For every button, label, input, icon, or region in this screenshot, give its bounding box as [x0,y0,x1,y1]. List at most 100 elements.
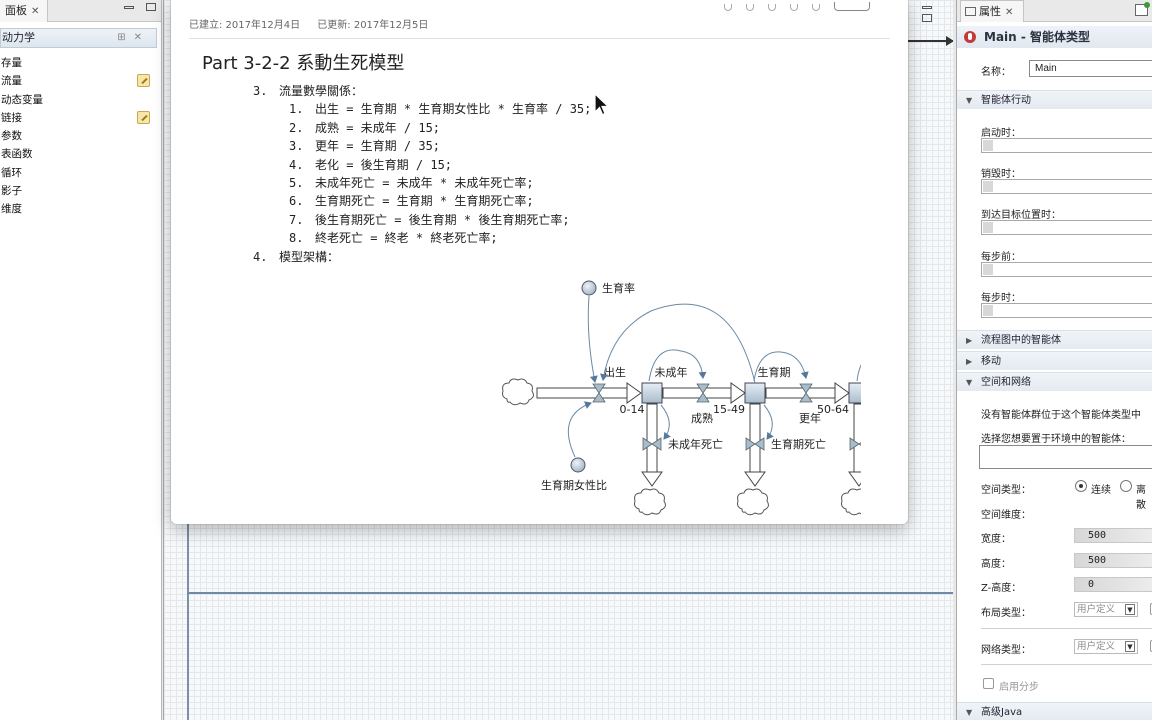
z-height-field[interactable]: 0 [1074,577,1152,592]
flow-pipe-death-arrowhead [744,471,766,487]
section-advanced-java[interactable]: ▼ 高级Java [957,702,1152,720]
dropdown-arrow-icon[interactable]: ▼ [1125,641,1135,652]
minimize-icon[interactable] [922,6,932,9]
width-field[interactable]: 500 [1074,528,1152,543]
dropdown-arrow-icon[interactable]: ▼ [1125,604,1135,615]
flow-pipe-transfer-arrowhead [730,382,746,404]
z-height-label: Z-高度： [981,583,1022,594]
parameter-label: 生育率 [602,281,635,295]
grid-view-icon[interactable]: ⊞ [117,32,133,43]
minimize-icon[interactable] [124,6,134,9]
palette-item-loop[interactable]: 循环 [0,164,158,182]
share-button[interactable] [834,2,870,11]
info-icon[interactable] [790,4,798,11]
stock-box [641,382,663,404]
close-icon[interactable]: ✕ [31,6,39,17]
stock-label: 生育期 [758,365,791,379]
pin-icon[interactable] [1135,2,1150,16]
equation-text: 未成年死亡 = 未成年 * 未成年死亡率; [315,176,534,191]
palette-item-table-function[interactable]: 表函数 [0,145,158,163]
on-destroy-label: 销毁时： [981,169,1021,180]
close-icon[interactable]: ✕ [1005,7,1013,18]
section-flowchart-agents[interactable]: ▶ 流程图中的智能体 [957,330,1152,349]
equation-item: 4. 老化 = 後生育期 / 15; [253,156,591,174]
section-space-network[interactable]: ▼ 空间和网络 [957,372,1152,391]
section-agent-actions[interactable]: ▼ 智能体行动 [957,90,1152,109]
divider [189,38,890,39]
link-arrow [567,401,592,458]
cloud-sink-icon [737,488,769,516]
palette-item-label: 流量 [1,75,22,88]
agents-environment-field[interactable] [979,445,1152,469]
collapsed-triangle-icon: ▶ [966,357,973,366]
document-popup: 已建立: 2017年12月4日 已更新: 2017年12月5日 Part 3-2… [171,0,908,524]
list-number: 8. [289,231,304,246]
death-flow-label: 未成年死亡 [668,437,723,451]
palette-item-stock[interactable]: 存量 [0,54,158,72]
parameter-birth-rate-icon [581,280,597,296]
properties-title: Main - 智能体类型 [957,26,1152,48]
flow-pipe-birth-arrowhead [626,382,642,404]
on-startup-code-field[interactable] [981,138,1152,153]
radio-continuous[interactable] [1075,480,1087,492]
layout-type-select[interactable]: 用户定义 ▼ [1074,602,1138,617]
name-input[interactable] [1029,60,1152,77]
clock-icon[interactable] [768,4,776,11]
tab-properties[interactable]: 属性 ✕ [960,0,1024,22]
collapse-icon[interactable]: ✕ [134,32,150,43]
palette-item-dynamic-variable[interactable]: 动态变量 [0,91,158,109]
enable-steps-checkbox[interactable] [983,678,994,689]
on-before-step-label: 每步前： [981,252,1021,263]
tab-properties-label: 属性 [979,5,1001,18]
radio-continuous-label: 连续 [1091,485,1111,496]
palette-section-system-dynamics[interactable]: 动力学 ⊞✕ [0,28,157,48]
radio-discrete-label: 离散 [1136,485,1146,511]
tab-palette[interactable]: 面板 ✕ [0,0,48,22]
height-field[interactable]: 500 [1074,553,1152,568]
radio-discrete[interactable] [1120,480,1132,492]
table-icon[interactable] [724,4,732,11]
section-movement[interactable]: ▶ 移动 [957,351,1152,370]
list-text: 流量數學關係： [279,84,364,98]
equation-item: 7. 後生育期死亡 = 後生育期 * 後生育期死亡率; [253,211,591,229]
on-step-code-field[interactable] [981,303,1152,318]
on-before-step-code-field[interactable] [981,262,1152,277]
attachment-icon[interactable] [746,4,754,11]
pencil-icon[interactable] [137,74,150,88]
palette-item-link[interactable]: 链接 [0,109,158,127]
editor-window-controls [910,3,953,25]
maximize-icon[interactable] [146,3,156,11]
list-number: 3. [253,84,268,98]
palette-item-shadow[interactable]: 影子 [0,182,158,200]
palette-item-dimension[interactable]: 维度 [0,200,158,218]
space-dimension-label: 空间维度： [981,510,1031,521]
maximize-icon[interactable] [922,14,932,22]
palette-item-label: 链接 [1,111,22,124]
delete-icon[interactable] [812,4,820,11]
network-type-label: 网络类型： [981,645,1031,656]
window-buttons [910,3,953,25]
on-destroy-code-field[interactable] [981,179,1152,194]
list-number: 2. [289,120,304,135]
flow-pipe-death-arrowhead [848,471,861,487]
list-number: 4. [289,157,304,172]
palette-item-parameter[interactable]: 参数 [0,127,158,145]
layout-type-value: 用户定义 [1077,604,1116,615]
cloud-source-icon [502,378,534,406]
flow-pipe-death [853,403,861,473]
on-step-label: 每步时： [981,293,1021,304]
properties-tabbar: 属性 ✕ [957,0,1152,22]
palette-panel: 面板 ✕ 动力学 ⊞✕ 存量 流量 动态变量 链接 参数 表函数 循环 影子 维度 [0,0,162,720]
link-arrow [856,364,861,382]
parameter-label: 生育期女性比 [541,478,607,492]
on-arrival-code-field[interactable] [981,220,1152,235]
document-meta: 已建立: 2017年12月4日 已更新: 2017年12月5日 [189,16,442,31]
pencil-icon[interactable] [137,110,150,124]
flow-pipe-transfer-arrowhead [834,382,850,404]
collapsed-triangle-icon: ▶ [966,336,973,345]
equation-text: 終老死亡 = 終老 * 終老死亡率; [315,231,498,246]
palette-item-flow[interactable]: 流量 [0,72,158,90]
section-title: 流程图中的智能体 [981,335,1061,346]
network-type-select[interactable]: 用户定义 ▼ [1074,639,1138,654]
document-body: 3. 流量數學關係： 1. 出生 = 生育期 * 生育期女性比 * 生育率 / 35… [253,82,591,266]
